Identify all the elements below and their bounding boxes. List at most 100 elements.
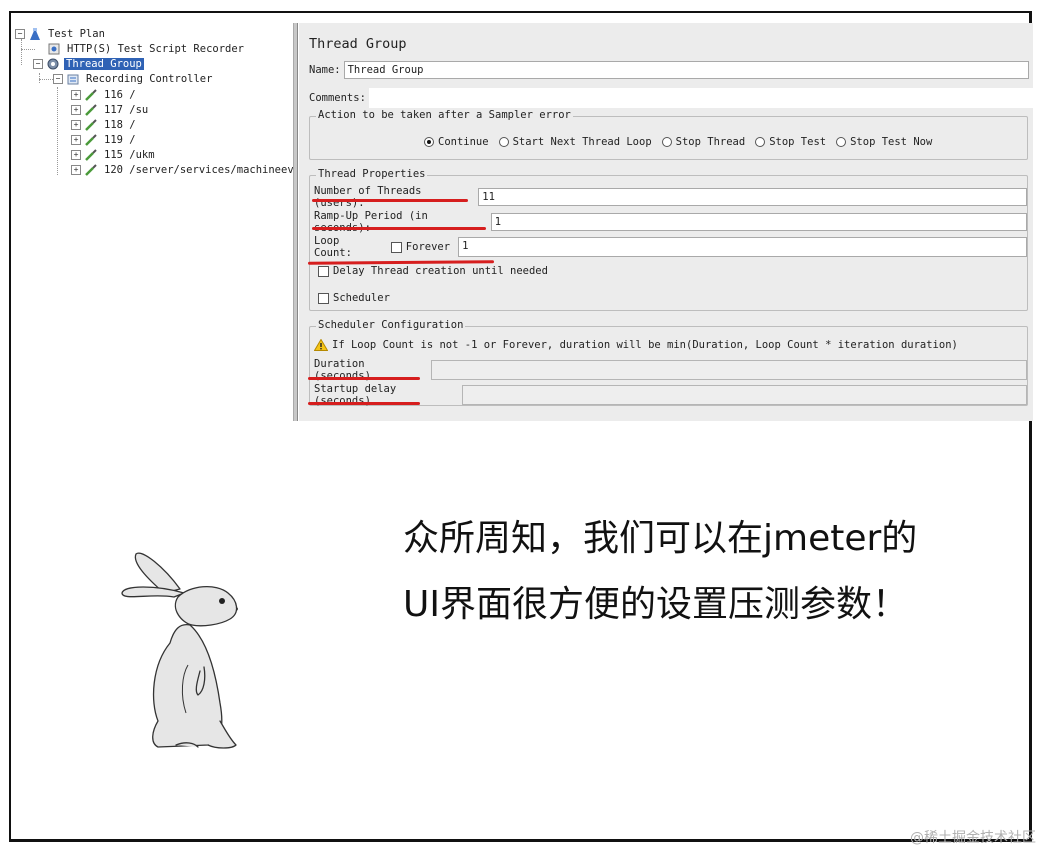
duration-field[interactable]: [431, 360, 1027, 380]
tree-item-label: Recording Controller: [86, 73, 213, 85]
loop-label: Loop Count:: [314, 235, 352, 259]
radio-label: Continue: [438, 136, 489, 148]
rampup-field[interactable]: 1: [490, 213, 1027, 231]
expand-icon[interactable]: +: [71, 120, 81, 130]
tree-item-sampler[interactable]: + 119 /: [71, 133, 138, 147]
checkbox[interactable]: [318, 265, 329, 277]
pipette-icon: [84, 133, 98, 147]
scheduler-checkbox[interactable]: Scheduler: [318, 292, 390, 304]
radio-stop-test[interactable]: Stop Test: [755, 136, 826, 148]
pipette-icon: [84, 103, 98, 117]
rampup-label: Ramp-Up Period (in seconds):: [314, 210, 428, 234]
tree-item-sampler[interactable]: + 117 /su: [71, 103, 150, 117]
annotation-underline: [308, 402, 420, 405]
radio-label: Stop Test Now: [850, 136, 933, 148]
delay-thread-checkbox[interactable]: Delay Thread creation until needed: [318, 265, 548, 277]
tree-item-label: Test Plan: [48, 28, 105, 40]
pipette-icon: [84, 148, 98, 162]
pipette-icon: [84, 118, 98, 132]
pane-splitter[interactable]: [293, 23, 298, 421]
controller-icon: [66, 72, 80, 86]
tree-item-label: HTTP(S) Test Script Recorder: [67, 43, 245, 55]
threads-row: Number of Threads (users): 11: [314, 185, 1027, 209]
annotation-underline: [308, 377, 420, 380]
tree-item-label: 117 /su: [104, 104, 149, 116]
radio-start-next-thread-loop[interactable]: Start Next Thread Loop: [498, 136, 652, 148]
checkbox[interactable]: [390, 241, 402, 253]
warning-row: If Loop Count is not -1 or Forever, dura…: [313, 338, 958, 351]
radio-button[interactable]: [424, 137, 434, 147]
scheduler-config-group: Scheduler Configuration If Loop Count is…: [309, 319, 1028, 407]
tree-item-test-plan[interactable]: − Test Plan: [15, 27, 107, 41]
collapse-icon[interactable]: −: [33, 59, 43, 69]
expand-icon[interactable]: +: [71, 105, 81, 115]
loop-row: Loop Count: Forever 1: [314, 235, 1027, 259]
panel-title: Thread Group: [309, 36, 407, 52]
forever-label: Forever: [405, 241, 451, 253]
thread-properties-group: Thread Properties Number of Threads (use…: [309, 168, 1028, 311]
expand-icon[interactable]: +: [71, 165, 81, 175]
checkbox[interactable]: [318, 292, 329, 304]
annotation-underline: [312, 227, 486, 230]
tree-item-sampler[interactable]: + 116 /: [71, 88, 138, 102]
tree-connector: [21, 39, 22, 65]
tree-item-label: Thread Group: [64, 58, 144, 70]
comments-field[interactable]: [368, 88, 1036, 108]
comments-row: Comments:: [309, 88, 1036, 108]
collapse-icon[interactable]: −: [53, 74, 63, 84]
pipette-icon: [84, 88, 98, 102]
startup-delay-field[interactable]: [461, 385, 1027, 405]
scheduler-label: Scheduler: [333, 292, 390, 304]
tree-item-sampler[interactable]: + 115 /ukm: [71, 148, 157, 162]
comments-label: Comments:: [309, 92, 366, 104]
caption-line-1: 众所周知，我们可以在jmeter的: [403, 518, 918, 559]
tree-item-thread-group[interactable]: − Thread Group: [33, 57, 144, 71]
name-label: Name:: [309, 64, 341, 76]
sampler-error-options: Continue Start Next Thread Loop Stop Thr…: [424, 136, 932, 148]
warning-icon: [313, 338, 329, 351]
warning-text: If Loop Count is not -1 or Forever, dura…: [332, 339, 958, 351]
radio-label: Stop Thread: [675, 136, 746, 148]
threads-field[interactable]: 11: [478, 188, 1027, 206]
tree-item-recording-controller[interactable]: − Recording Controller: [53, 72, 214, 86]
loop-count-field[interactable]: 1: [458, 237, 1027, 257]
test-plan-icon: [28, 27, 42, 41]
rabbit-illustration: [121, 552, 238, 749]
radio-button[interactable]: [498, 137, 509, 147]
tree-connector: [39, 73, 40, 83]
duration-row: Duration (seconds): [314, 358, 1027, 382]
expand-icon[interactable]: +: [71, 150, 81, 160]
tree-item-sampler[interactable]: + 120 /server/services/machineevent: [71, 163, 293, 177]
threads-label: Number of Threads (users):: [314, 185, 422, 209]
radio-stop-thread[interactable]: Stop Thread: [661, 136, 746, 148]
delay-label: Delay Thread creation until needed: [333, 265, 548, 277]
thread-properties-legend: Thread Properties: [316, 168, 428, 180]
sampler-error-group: Action to be taken after a Sampler error…: [309, 109, 1028, 160]
sampler-error-legend: Action to be taken after a Sampler error: [316, 109, 573, 121]
radio-button[interactable]: [755, 137, 766, 147]
forever-checkbox[interactable]: Forever: [390, 241, 451, 253]
expand-icon[interactable]: +: [71, 90, 81, 100]
name-field[interactable]: Thread Group: [343, 61, 1029, 79]
radio-stop-test-now[interactable]: Stop Test Now: [836, 136, 932, 148]
watermark-text: @稀土掘金技术社区: [910, 830, 1036, 846]
expand-icon[interactable]: +: [71, 135, 81, 145]
radio-continue[interactable]: Continue: [424, 136, 489, 148]
tree-connector: [57, 87, 58, 175]
radio-button[interactable]: [836, 137, 847, 147]
annotation-underline: [312, 199, 468, 202]
collapse-icon[interactable]: −: [15, 29, 25, 39]
scheduler-config-legend: Scheduler Configuration: [316, 319, 466, 331]
rampup-row: Ramp-Up Period (in seconds): 1: [314, 210, 1027, 234]
tree-item-label: 118 /: [104, 119, 136, 131]
tree-item-recorder[interactable]: HTTP(S) Test Script Recorder: [47, 42, 246, 56]
tree-item-sampler[interactable]: + 118 /: [71, 118, 138, 132]
startup-delay-row: Startup delay (seconds): [314, 383, 1027, 407]
radio-label: Start Next Thread Loop: [512, 136, 652, 148]
name-row: Name: Thread Group: [309, 61, 1029, 79]
radio-button[interactable]: [661, 137, 672, 147]
caption-line-2: UI界面很方便的设置压测参数！: [403, 584, 908, 625]
tree-item-label: 115 /ukm: [104, 149, 155, 161]
pipette-icon: [84, 163, 98, 177]
thread-group-panel: Thread Group Name: Thread Group Comments…: [299, 23, 1036, 421]
